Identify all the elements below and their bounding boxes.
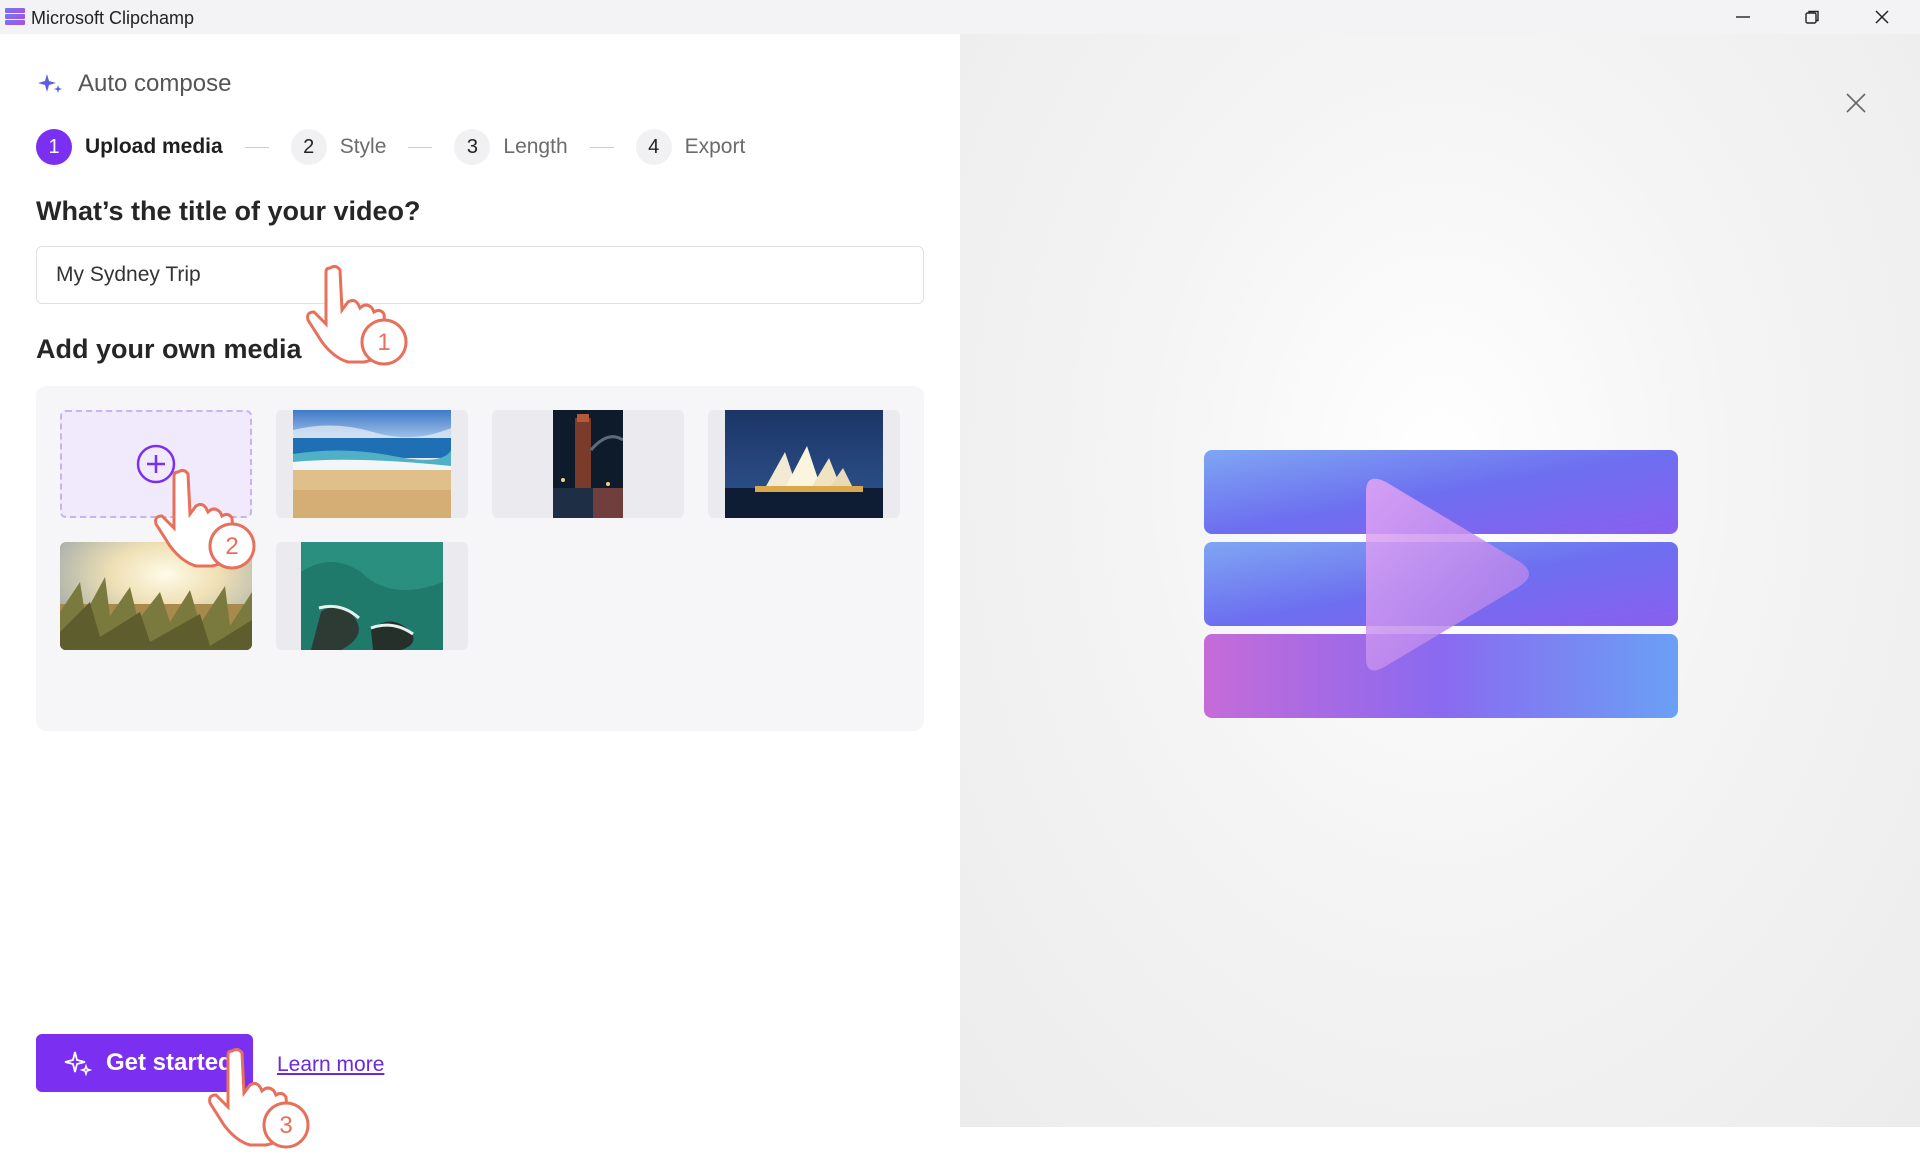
beach-image — [293, 410, 451, 518]
bottom-strip — [960, 1127, 1920, 1155]
close-window-button[interactable] — [1852, 0, 1912, 34]
sparkle-icon — [38, 74, 62, 93]
sparkle-icon — [64, 1051, 92, 1077]
step-number: 1 — [36, 129, 72, 165]
opera-house-image — [725, 410, 883, 518]
annotation-number: 1 — [377, 329, 390, 356]
bridge-night-image — [553, 410, 623, 518]
auto-compose-panel: Auto compose 1 Upload media 2 Style 3 Le… — [0, 34, 960, 1155]
clipchamp-app-icon — [5, 8, 25, 25]
minimize-icon — [1736, 16, 1750, 18]
close-icon — [1875, 10, 1889, 24]
step-style[interactable]: 2 Style — [290, 129, 387, 165]
close-dialog-button[interactable] — [1836, 83, 1876, 123]
step-number: 3 — [454, 129, 491, 165]
step-label: Upload media — [85, 135, 223, 158]
video-title-heading: What’s the title of your video? — [36, 196, 421, 226]
auto-compose-illustration — [1204, 450, 1678, 718]
annotation-number: 3 — [279, 1112, 292, 1139]
step-label: Style — [339, 135, 387, 158]
media-thumbnail-beach[interactable] — [276, 410, 468, 518]
video-title-input[interactable] — [36, 246, 924, 304]
window-title: Microsoft Clipchamp — [31, 8, 195, 28]
pointer-hand-annotation-3: 3 — [208, 1047, 310, 1149]
media-heading: Add your own media — [36, 334, 302, 364]
step-label: Length — [503, 135, 568, 158]
step-divider — [244, 146, 269, 148]
coastal-rocks-image — [301, 542, 443, 650]
step-label: Export — [684, 135, 746, 158]
media-thumbnail-bridge[interactable] — [492, 410, 684, 518]
title-bar: Microsoft Clipchamp — [0, 0, 1920, 34]
restore-button[interactable] — [1782, 0, 1842, 34]
panel-title: Auto compose — [78, 70, 232, 97]
media-thumbnail-opera-house[interactable] — [708, 410, 900, 518]
step-number: 4 — [635, 129, 672, 165]
media-thumbnail-coastal-rocks[interactable] — [276, 542, 468, 650]
step-number: 2 — [290, 129, 327, 165]
minimize-button[interactable] — [1713, 0, 1773, 34]
pointer-hand-annotation-1: 1 — [306, 264, 408, 366]
pointer-hand-annotation-2: 2 — [154, 468, 256, 570]
annotation-number: 2 — [225, 533, 238, 560]
step-export[interactable]: 4 Export — [635, 129, 746, 165]
restore-icon — [1805, 10, 1819, 24]
stepper: 1 Upload media 2 Style 3 Length 4 Export — [36, 129, 745, 165]
step-upload-media[interactable]: 1 Upload media — [36, 129, 223, 165]
panel-header: Auto compose — [38, 70, 231, 98]
step-length[interactable]: 3 Length — [454, 129, 568, 165]
step-divider — [589, 146, 614, 148]
close-icon — [1846, 93, 1866, 113]
step-divider — [408, 146, 433, 148]
